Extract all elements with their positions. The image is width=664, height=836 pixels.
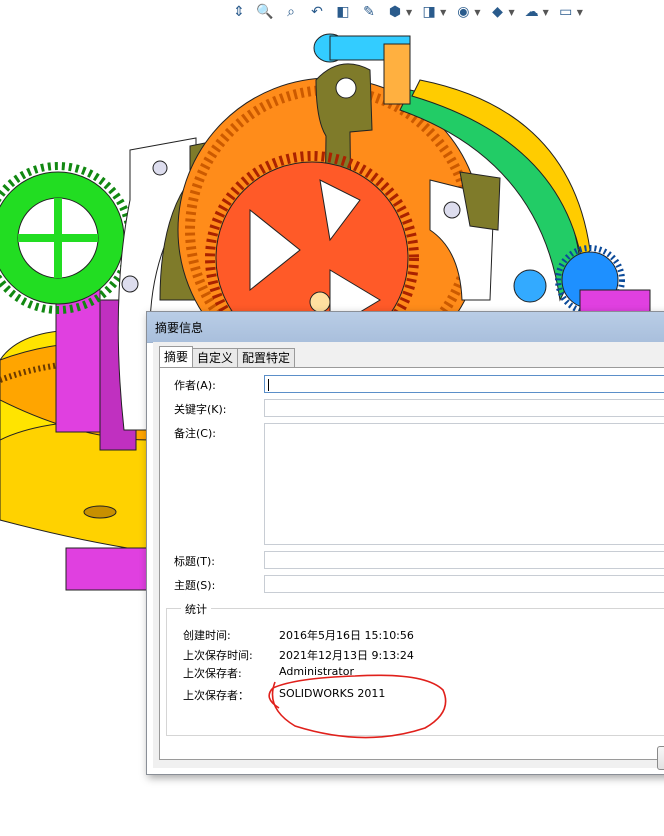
zoom-to-area-icon[interactable]: 🔍 <box>254 1 276 23</box>
display-style-icon[interactable]: ◨ <box>418 1 440 23</box>
keywords-field[interactable] <box>264 399 664 417</box>
last-saved-by-label: 上次保存者: <box>183 667 242 680</box>
created-time-value: 2016年5月16日 15:10:56 <box>279 629 414 642</box>
title-field[interactable] <box>264 551 664 569</box>
chevron-down-icon[interactable]: ▼ <box>440 8 446 17</box>
author-label: 作者(A): <box>174 379 216 392</box>
dialog-title: 摘要信息 <box>155 321 204 335</box>
appearance-icon[interactable]: ◆ <box>486 1 508 23</box>
keywords-label: 关键字(K): <box>174 403 227 416</box>
view-cube-icon[interactable]: ⬢ <box>384 1 406 23</box>
subject-label: 主题(S): <box>174 579 216 592</box>
dynamic-annotation-icon[interactable]: ✎ <box>358 1 380 23</box>
tab-configuration-specific[interactable]: 配置特定 <box>237 348 296 367</box>
tab-custom[interactable]: 自定义 <box>192 348 239 367</box>
chevron-down-icon[interactable]: ▼ <box>543 8 549 17</box>
tab-summary[interactable]: 摘要 <box>159 346 194 367</box>
hide-show-icon[interactable]: ◉ <box>452 1 474 23</box>
created-time-label: 创建时间: <box>183 629 231 642</box>
last-saved-with-label: 上次保存者： <box>183 689 249 702</box>
previous-view-icon[interactable]: ↶ <box>306 1 328 23</box>
heads-up-view-toolbar: ⇕ 🔍 ⌕ ↶ ◧ ✎ ⬢ ▼ ◨ ▼ ◉ ▼ ◆ ▼ ☁ ▼ ▭ ▼ <box>228 0 664 24</box>
subject-field[interactable] <box>264 575 664 593</box>
last-saved-time-label: 上次保存时间: <box>183 649 253 662</box>
red-annotation-circle <box>268 674 447 739</box>
author-field[interactable] <box>264 375 664 393</box>
section-view-icon[interactable]: ◧ <box>332 1 354 23</box>
chevron-down-icon[interactable]: ▼ <box>406 8 412 17</box>
statistics-legend: 统计 <box>181 601 211 617</box>
chevron-down-icon[interactable]: ▼ <box>508 8 514 17</box>
dialog-titlebar[interactable]: 摘要信息 <box>147 312 664 343</box>
monitor-icon[interactable]: ▭ <box>555 1 577 23</box>
scene-icon[interactable]: ☁ <box>521 1 543 23</box>
tab-strip: 摘要 自定义 配置特定 <box>159 346 296 368</box>
zoom-fit-icon[interactable]: ⌕ <box>280 1 302 23</box>
ok-button[interactable] <box>657 746 664 770</box>
last-saved-time-value: 2021年12月13日 9:13:24 <box>279 649 414 662</box>
chevron-down-icon[interactable]: ▼ <box>577 8 583 17</box>
comments-textarea[interactable] <box>264 423 664 545</box>
title-label: 标题(T): <box>174 555 216 568</box>
view-orientation-icon[interactable]: ⇕ <box>228 1 250 23</box>
chevron-down-icon[interactable]: ▼ <box>474 8 480 17</box>
comments-label: 备注(C): <box>174 427 216 440</box>
